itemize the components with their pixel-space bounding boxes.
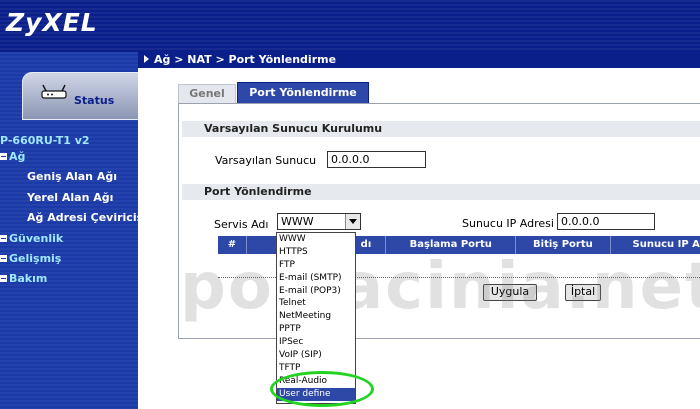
server-ip-label: Sunucu IP Adresi [462,217,554,230]
service-option[interactable]: NetMeeting [277,310,355,323]
service-option[interactable]: E-mail (POP3) [277,285,355,298]
sidebar-item-label: Ağ [9,150,26,163]
zyxel-logo: ZyXEL [6,8,98,37]
sidebar-item-label: Bakım [9,272,48,285]
watermark: portacinia.net [180,250,700,324]
breadcrumb: Ağ > NAT > Port Yönlendirme [138,52,700,68]
default-server-input[interactable]: 0.0.0.0 [327,151,426,168]
service-option[interactable]: VoIP (SIP) [277,349,355,362]
service-name-label: Servis Adı [214,218,269,231]
tab-port-forwarding[interactable]: Port Yönlendirme [237,82,369,104]
service-option[interactable]: PPTP [277,323,355,336]
default-server-section-title: Varsayılan Sunucu Kurulumu [182,121,700,137]
service-option[interactable]: FTP [277,259,355,272]
service-select[interactable]: WWW [277,213,361,230]
device-model: P-660RU-T1 v2 [0,134,90,147]
breadcrumb-arrow-icon [144,55,149,63]
expand-icon [0,235,7,242]
service-option[interactable]: IPSec [277,336,355,349]
highlight-ring [270,371,374,407]
sidebar-item-security[interactable]: Güvenlik [0,232,63,245]
expand-icon [0,255,7,262]
service-option[interactable]: Telnet [277,297,355,310]
sidebar-item-ag[interactable]: Ağ [0,150,25,163]
port-forwarding-section-title: Port Yönlendirme [182,184,700,200]
router-icon [41,84,67,99]
status-tab-label: Status [74,94,115,107]
sidebar-item-advanced[interactable]: Gelişmiş [0,252,61,265]
tab-general[interactable]: Genel [178,84,236,103]
expand-icon [0,275,7,282]
server-ip-input[interactable]: 0.0.0.0 [557,213,655,230]
sidebar-item-label: Güvenlik [9,232,64,245]
service-option[interactable]: E-mail (SMTP) [277,272,355,285]
default-server-label: Varsayılan Sunucu [215,154,317,167]
sidebar-item-nat[interactable]: Ağ Adresi Çeviricis [27,211,143,224]
breadcrumb-text: Ağ > NAT > Port Yönlendirme [154,53,337,66]
service-select-value: WWW [281,215,314,228]
sidebar-item-label: Gelişmiş [9,252,62,265]
service-option[interactable]: HTTPS [277,246,355,259]
top-banner [0,0,700,52]
collapse-icon [0,153,7,160]
sidebar-item-wan[interactable]: Geniş Alan Ağı [27,170,117,183]
sidebar-item-lan[interactable]: Yerel Alan Ağı [27,191,113,204]
service-option[interactable]: WWW [277,233,355,246]
sidebar-item-maintenance[interactable]: Bakım [0,272,47,285]
chevron-down-icon[interactable] [345,214,360,229]
